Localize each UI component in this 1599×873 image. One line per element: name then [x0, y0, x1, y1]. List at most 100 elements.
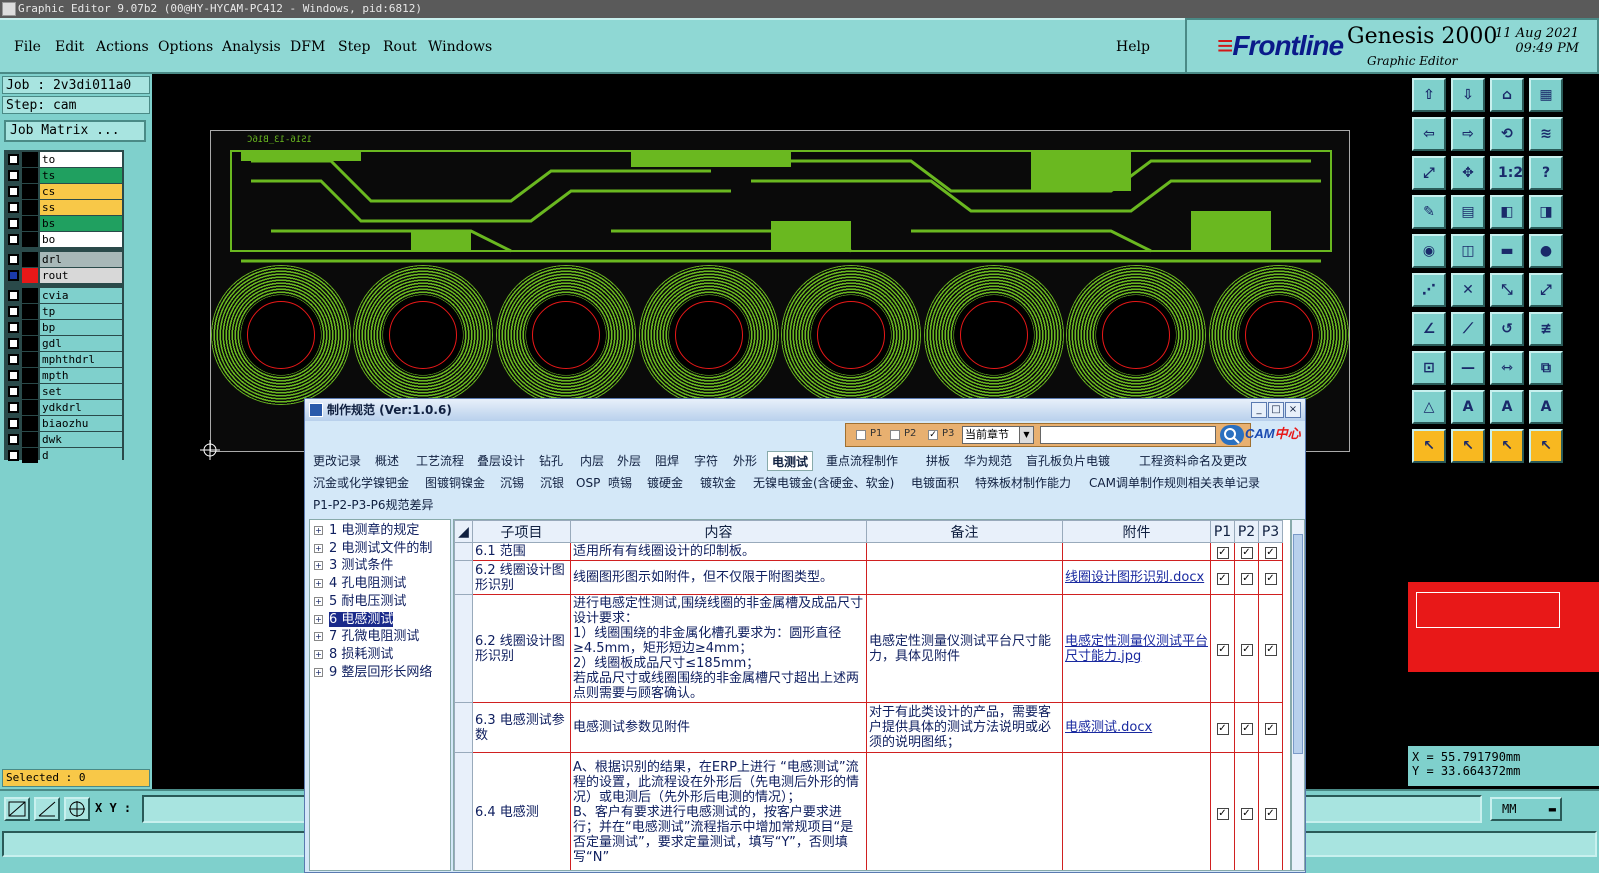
tool-button-7[interactable]: ⟲: [1490, 117, 1524, 151]
layer-row-bo[interactable]: bo: [6, 232, 122, 247]
layer-row-gdl[interactable]: gdl: [6, 336, 122, 351]
tree-item[interactable]: +3 测试条件: [314, 557, 393, 575]
tool-button-22[interactable]: ✕: [1451, 273, 1485, 307]
p-checkbox[interactable]: ✓: [1216, 808, 1229, 820]
menu-file[interactable]: File: [14, 39, 41, 55]
tool-button-24[interactable]: ⤢: [1529, 273, 1563, 307]
layer-checkbox[interactable]: [8, 386, 19, 397]
layer-color-swatch[interactable]: [22, 336, 38, 351]
layer-checkbox[interactable]: [8, 354, 19, 365]
tab-tabs_row1-3[interactable]: 叠层设计: [473, 451, 529, 471]
tab-tabs_row2-4[interactable]: OSP: [572, 473, 604, 493]
tool-button-34[interactable]: A: [1451, 390, 1485, 424]
menu-analysis[interactable]: Analysis: [222, 39, 281, 55]
tree-item[interactable]: +4 孔电阻测试: [314, 575, 406, 593]
current-color-swatch[interactable]: [1416, 592, 1560, 628]
layer-color-swatch[interactable]: [22, 184, 38, 199]
tab-tabs_row1-15[interactable]: 工程资料命名及更改: [1135, 451, 1251, 471]
menu-step[interactable]: Step: [338, 39, 370, 55]
layer-row-drl[interactable]: drl: [6, 252, 122, 267]
layer-color-swatch[interactable]: [22, 304, 38, 319]
tool-button-5[interactable]: ⇦: [1412, 117, 1446, 151]
table-row[interactable]: 6.1 范围 适用所有有线圈设计的印制板。 ✓ ✓ ✓: [454, 542, 1283, 561]
tool-button-18[interactable]: ◫: [1451, 234, 1485, 268]
tab-tabs_row2-6[interactable]: 镀硬金: [643, 473, 687, 493]
tool-button-19[interactable]: ▬: [1490, 234, 1524, 268]
layer-row-bs[interactable]: bs: [6, 216, 122, 231]
layer-row-mpth[interactable]: mpth: [6, 368, 122, 383]
filter-p2-checkbox[interactable]: [890, 430, 900, 440]
cell-attachment[interactable]: 电感测试.docx: [1062, 702, 1211, 753]
layer-checkbox[interactable]: [8, 154, 19, 165]
tool-button-40[interactable]: ↖: [1529, 429, 1563, 463]
layer-checkbox[interactable]: [8, 218, 19, 229]
minimize-button[interactable]: _: [1251, 402, 1267, 418]
row-header[interactable]: [454, 752, 473, 870]
tab-tabs_row1-4[interactable]: 钻孔: [535, 451, 567, 471]
tab-tabs_row2-12[interactable]: 相关表单记录: [1184, 473, 1264, 493]
cell-attachment[interactable]: [1062, 752, 1211, 870]
menu-rout[interactable]: Rout: [383, 39, 417, 55]
layer-color-swatch[interactable]: [22, 432, 38, 447]
grid-icon[interactable]: [64, 797, 90, 821]
menu-windows[interactable]: Windows: [428, 39, 492, 55]
tool-button-10[interactable]: ✥: [1451, 156, 1485, 190]
tree-item[interactable]: +9 整层回形长网络: [314, 664, 432, 682]
row-header[interactable]: [454, 560, 473, 595]
tool-button-17[interactable]: ◉: [1412, 234, 1446, 268]
layer-color-swatch[interactable]: [22, 368, 38, 383]
tool-button-3[interactable]: ⌂: [1490, 78, 1524, 112]
p-checkbox[interactable]: ✓: [1240, 723, 1253, 735]
layer-checkbox[interactable]: [8, 370, 19, 381]
tool-button-32[interactable]: ⧉: [1529, 351, 1563, 385]
p-checkbox[interactable]: ✓: [1240, 573, 1253, 585]
cell-attachment[interactable]: 线圈设计图形识别.docx: [1062, 560, 1211, 595]
layer-row-mphthdrl[interactable]: mphthdrl: [6, 352, 122, 367]
tool-button-36[interactable]: A: [1529, 390, 1563, 424]
layer-color-swatch[interactable]: [22, 320, 38, 335]
layer-checkbox[interactable]: [8, 418, 19, 429]
p-checkbox[interactable]: ✓: [1264, 547, 1277, 559]
layer-checkbox[interactable]: [8, 270, 19, 281]
column-header[interactable]: 内容: [570, 520, 867, 543]
expand-icon[interactable]: +: [314, 614, 323, 624]
tool-button-8[interactable]: ≋: [1529, 117, 1563, 151]
chapter-select[interactable]: 当前章节 ▼: [962, 426, 1034, 444]
layer-row-ts[interactable]: ts: [6, 168, 122, 183]
job-matrix-button[interactable]: Job Matrix ...: [4, 120, 146, 142]
layer-checkbox[interactable]: [8, 186, 19, 197]
menu-actions[interactable]: Actions: [96, 39, 149, 55]
corner-icon[interactable]: ◢: [454, 520, 473, 543]
layer-row-to[interactable]: to: [6, 152, 122, 167]
tool-button-16[interactable]: ◨: [1529, 195, 1563, 229]
expand-icon[interactable]: +: [314, 526, 323, 535]
measure-icon[interactable]: [34, 797, 60, 821]
filter-p3-checkbox[interactable]: ✓: [928, 430, 938, 440]
p-checkbox[interactable]: ✓: [1264, 808, 1277, 820]
tab-tabs_row2-7[interactable]: 镀软金: [696, 473, 740, 493]
tool-button-2[interactable]: ⇩: [1451, 78, 1485, 112]
tool-button-1[interactable]: ⇧: [1412, 78, 1446, 112]
tool-button-6[interactable]: ⇨: [1451, 117, 1485, 151]
layer-color-swatch[interactable]: [22, 168, 38, 183]
tool-button-15[interactable]: ◧: [1490, 195, 1524, 229]
p-checkbox[interactable]: ✓: [1264, 573, 1277, 585]
close-button[interactable]: ×: [1285, 402, 1301, 418]
layer-color-swatch[interactable]: [22, 152, 38, 167]
tool-button-9[interactable]: ⤢: [1412, 156, 1446, 190]
tab-tabs_row2-1[interactable]: 图镀铜镍金: [421, 473, 489, 493]
tab-tabs_row1-9[interactable]: 外形: [729, 451, 761, 471]
expand-icon[interactable]: +: [314, 579, 323, 589]
p-checkbox[interactable]: ✓: [1264, 723, 1277, 735]
layer-color-swatch[interactable]: [22, 216, 38, 231]
layer-row-set[interactable]: set: [6, 384, 122, 399]
p-checkbox[interactable]: ✓: [1240, 808, 1253, 820]
expand-icon[interactable]: +: [314, 649, 323, 659]
p-checkbox[interactable]: ✓: [1240, 644, 1253, 656]
tab-tabs_row2-9[interactable]: 电镀面积: [907, 473, 963, 493]
tab-tabs_row2-0[interactable]: 沉金或化学镍钯金: [309, 473, 413, 493]
layer-color-swatch[interactable]: [22, 384, 38, 399]
scroll-thumb[interactable]: [1293, 534, 1303, 754]
tab-tabs_row1-8[interactable]: 字符: [690, 451, 722, 471]
table-row[interactable]: 6.3 电感测试参数 电感测试参数见附件 对于有此类设计的产品，需要客户提供具体的测…: [454, 702, 1283, 753]
